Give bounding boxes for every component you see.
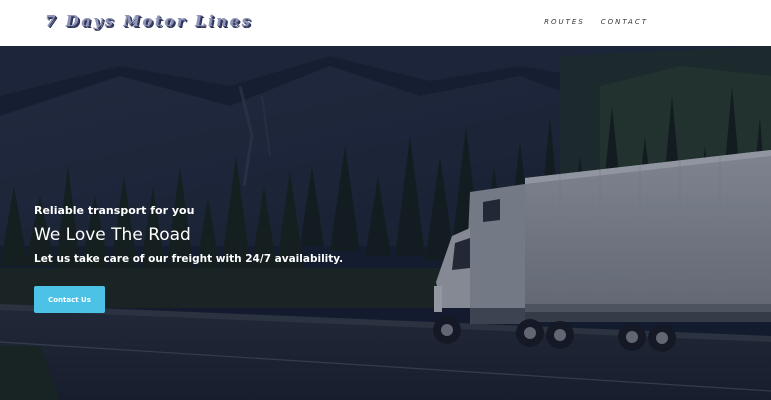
site-header: 7 Days Motor Lines ROUTES CONTACT: [0, 0, 771, 46]
hero-section: Reliable transport for you We Love The R…: [0, 46, 771, 400]
site-logo[interactable]: 7 Days Motor Lines: [45, 12, 253, 30]
hero-subline: Let us take care of our freight with 24/…: [34, 253, 344, 265]
hero-text-block: Reliable transport for you We Love The R…: [34, 204, 343, 265]
hero-tagline: Reliable transport for you: [34, 204, 195, 217]
contact-us-button[interactable]: Contact Us: [34, 286, 105, 313]
main-nav: ROUTES CONTACT: [544, 18, 648, 26]
nav-link-routes[interactable]: ROUTES: [544, 18, 585, 26]
hero-headline: We Love The Road: [34, 225, 191, 245]
nav-link-contact[interactable]: CONTACT: [601, 18, 648, 26]
